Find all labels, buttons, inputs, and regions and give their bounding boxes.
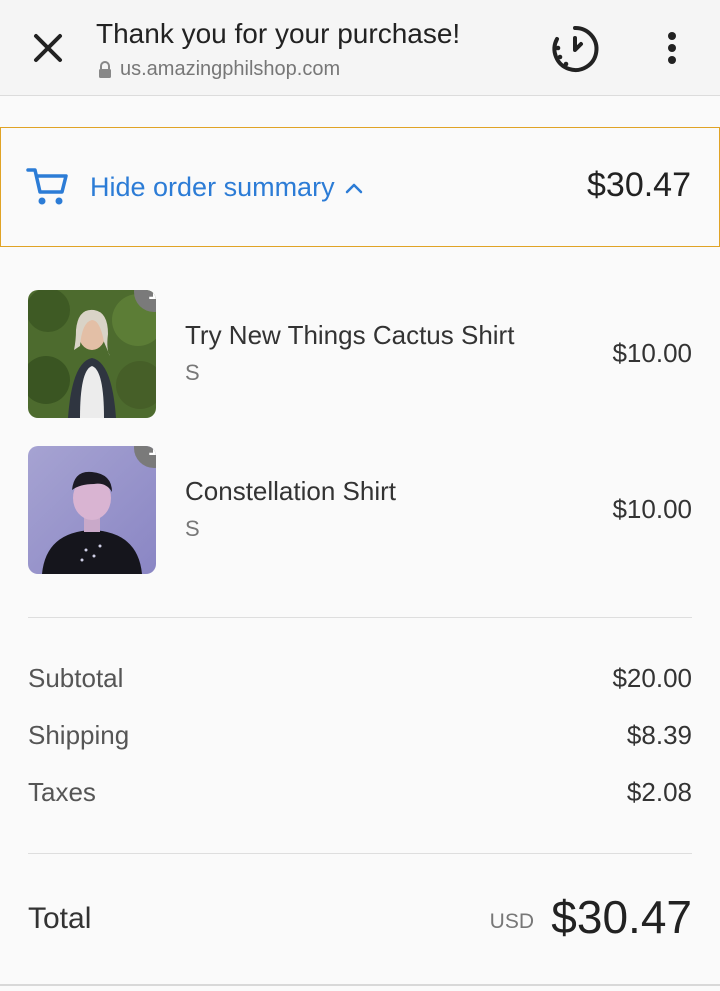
- divider: [0, 984, 720, 986]
- item-price: $10.00: [612, 494, 692, 524]
- total-label: Total: [28, 902, 92, 935]
- line-item: 1 Constellation Shirt S $10.00: [28, 446, 692, 576]
- lock-icon: [98, 60, 112, 79]
- item-price: $10.00: [612, 338, 692, 368]
- subtotal-row: Subtotal $20.00: [28, 663, 692, 699]
- total-row: Total USD $30.47: [28, 890, 692, 950]
- subtotal-value: $20.00: [612, 663, 692, 693]
- divider: [28, 853, 692, 854]
- item-variant: S: [185, 516, 200, 541]
- divider: [28, 617, 692, 618]
- history-icon[interactable]: [548, 22, 602, 76]
- order-summary-toggle[interactable]: Hide order summary $30.47: [0, 127, 720, 247]
- summary-total: $30.47: [587, 166, 691, 204]
- cart-icon: [25, 164, 71, 210]
- subtotal-label: Subtotal: [28, 663, 124, 693]
- shipping-value: $8.39: [626, 720, 692, 750]
- taxes-value: $2.08: [626, 777, 692, 807]
- line-item: 1 Try New Things Cactus Shirt S $10.00: [28, 290, 692, 420]
- total-amount: $30.47: [551, 891, 692, 943]
- item-name: Constellation Shirt: [185, 476, 396, 506]
- chevron-up-icon: [345, 183, 362, 193]
- shipping-row: Shipping $8.39: [28, 720, 692, 756]
- hide-order-summary-label: Hide order summary: [90, 172, 335, 202]
- page-title: Thank you for your purchase!: [96, 18, 461, 49]
- taxes-row: Taxes $2.08: [28, 777, 692, 813]
- more-options-icon[interactable]: [652, 24, 692, 72]
- hide-order-summary-link[interactable]: Hide order summary: [90, 172, 365, 203]
- product-image-cactus-shirt: 1: [28, 290, 156, 418]
- browser-top-bar: Thank you for your purchase! us.amazingp…: [0, 0, 720, 96]
- url-text: us.amazingphilshop.com: [120, 58, 341, 80]
- product-image-constellation-shirt: 1: [28, 446, 156, 574]
- shipping-label: Shipping: [28, 720, 130, 750]
- item-variant: S: [185, 360, 200, 385]
- currency-code: USD: [489, 910, 534, 933]
- url-display: us.amazingphilshop.com: [98, 58, 340, 81]
- taxes-label: Taxes: [28, 777, 96, 807]
- item-name: Try New Things Cactus Shirt: [185, 320, 515, 350]
- close-icon[interactable]: [24, 24, 72, 72]
